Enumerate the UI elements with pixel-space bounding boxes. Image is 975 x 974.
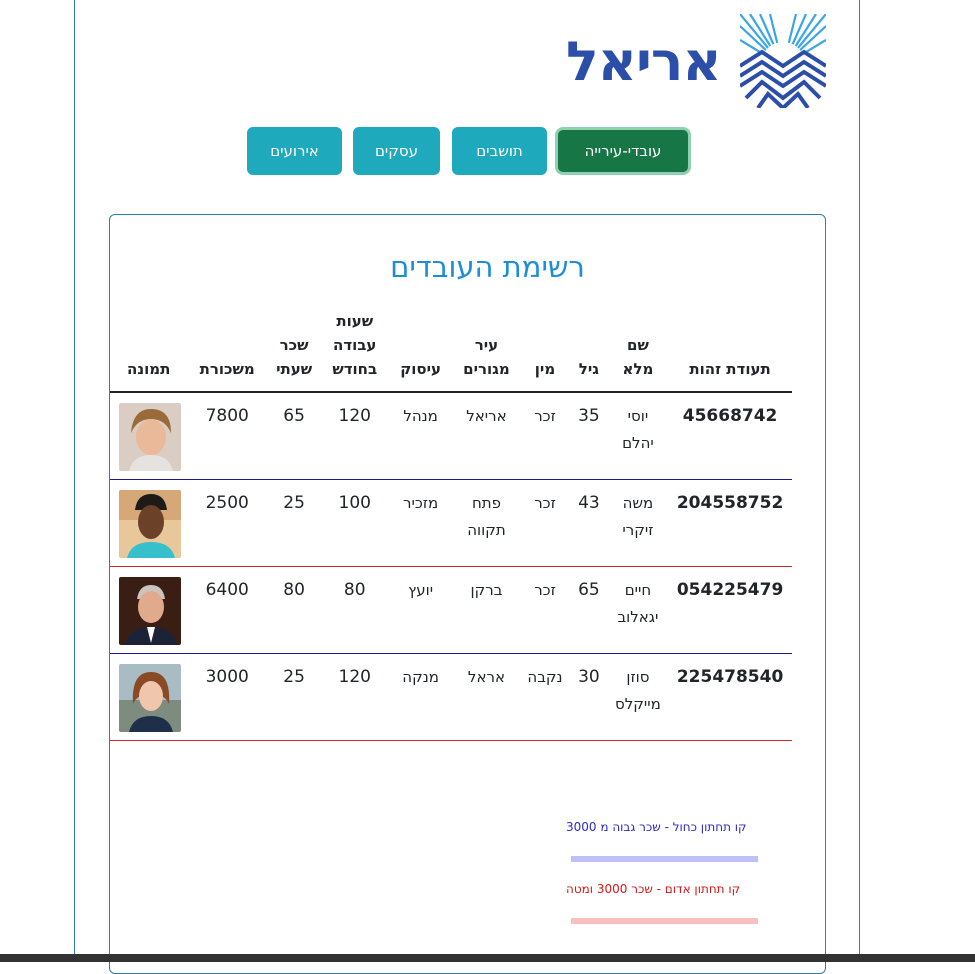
cell-rate: 65: [266, 392, 322, 480]
cell-city: אריאל: [453, 392, 520, 480]
cell-job: מזכיר: [388, 479, 453, 567]
logo-text: אריאל: [566, 30, 722, 93]
cell-name: חיים יגאלוב: [607, 566, 669, 654]
header-photo: תמונה: [110, 305, 188, 393]
nav-events-button[interactable]: אירועים: [247, 127, 342, 175]
cell-id: 45668742: [668, 392, 792, 480]
cell-rate: 25: [266, 653, 322, 741]
cell-gender: זכר: [519, 479, 571, 567]
young-man-portrait-icon[interactable]: [118, 403, 181, 471]
cell-photo: [110, 392, 188, 480]
ariel-emblem-icon: [740, 14, 826, 108]
legend-blue-text: קו תחתון כחול - שכר גבוה מ 3000: [566, 820, 747, 834]
header-salary: משכורת: [187, 305, 267, 393]
cell-photo: [110, 566, 188, 654]
cell-id: 054225479: [668, 566, 792, 654]
cell-hours: 80: [321, 566, 389, 654]
card-title: רשימת העובדים: [390, 250, 585, 284]
legend-red-line: [571, 918, 758, 924]
cell-job: מנהל: [388, 392, 453, 480]
cell-job: יועץ: [388, 566, 453, 654]
header-gender: מין: [519, 305, 571, 393]
woman-portrait-icon[interactable]: [118, 664, 181, 732]
nav-city-employees-button[interactable]: עובדי-עירייה: [555, 127, 691, 175]
header-city: עיר מגורים: [453, 305, 520, 393]
man-portrait-icon[interactable]: [118, 490, 181, 558]
cell-city: פתח תקווה: [453, 479, 520, 567]
cell-age: 35: [570, 392, 608, 480]
cell-rate: 25: [266, 479, 322, 567]
table-row: 054225479 חיים יגאלוב 65 זכר ברקן יועץ 8…: [110, 566, 792, 654]
cell-photo: [110, 479, 188, 567]
legend-red-text: קו תחתון אדום - שכר 3000 ומטה: [566, 882, 741, 896]
cell-salary: 3000: [187, 653, 267, 741]
cell-name: משה זיקרי: [607, 479, 669, 567]
cell-photo: [110, 653, 188, 741]
cell-city: ברקן: [453, 566, 520, 654]
cell-name: יוסי יהלם: [607, 392, 669, 480]
cell-rate: 80: [266, 566, 322, 654]
taskbar-strip: [0, 954, 975, 962]
cell-age: 65: [570, 566, 608, 654]
header-id: תעודת זהות: [668, 305, 792, 393]
table-row: 225478540 סוזן מייקלס 30 נקבה אראל מנקה …: [110, 653, 792, 741]
cell-job: מנקה: [388, 653, 453, 741]
cell-salary: 7800: [187, 392, 267, 480]
cell-hours: 120: [321, 392, 389, 480]
cell-salary: 6400: [187, 566, 267, 654]
older-man-portrait-icon[interactable]: [118, 577, 181, 645]
cell-id: 204558752: [668, 479, 792, 567]
cell-age: 43: [570, 479, 608, 567]
cell-gender: נקבה: [519, 653, 571, 741]
cell-hours: 100: [321, 479, 389, 567]
cell-gender: זכר: [519, 392, 571, 480]
cell-hours: 120: [321, 653, 389, 741]
cell-id: 225478540: [668, 653, 792, 741]
nav-businesses-button[interactable]: עסקים: [353, 127, 440, 175]
cell-salary: 2500: [187, 479, 267, 567]
header-rate: שכר שעתי: [266, 305, 322, 393]
header-hours: שעות עבודה בחודש: [321, 305, 389, 393]
ariel-logo[interactable]: אריאל: [566, 14, 828, 110]
header-age: גיל: [570, 305, 608, 393]
employees-table: תעודת זהות שם מלא גיל מין עיר מגורים עיס…: [110, 305, 792, 741]
cell-age: 30: [570, 653, 608, 741]
table-header-row: תעודת זהות שם מלא גיל מין עיר מגורים עיס…: [110, 305, 792, 393]
table-row: 204558752 משה זיקרי 43 זכר פתח תקווה מזכ…: [110, 479, 792, 567]
header-name: שם מלא: [607, 305, 669, 393]
nav-residents-button[interactable]: תושבים: [452, 127, 547, 175]
cell-name: סוזן מייקלס: [607, 653, 669, 741]
header-job: עיסוק: [388, 305, 453, 393]
cell-gender: זכר: [519, 566, 571, 654]
legend-blue-line: [571, 856, 758, 862]
cell-city: אראל: [453, 653, 520, 741]
table-row: 45668742 יוסי יהלם 35 זכר אריאל מנהל 120…: [110, 392, 792, 480]
